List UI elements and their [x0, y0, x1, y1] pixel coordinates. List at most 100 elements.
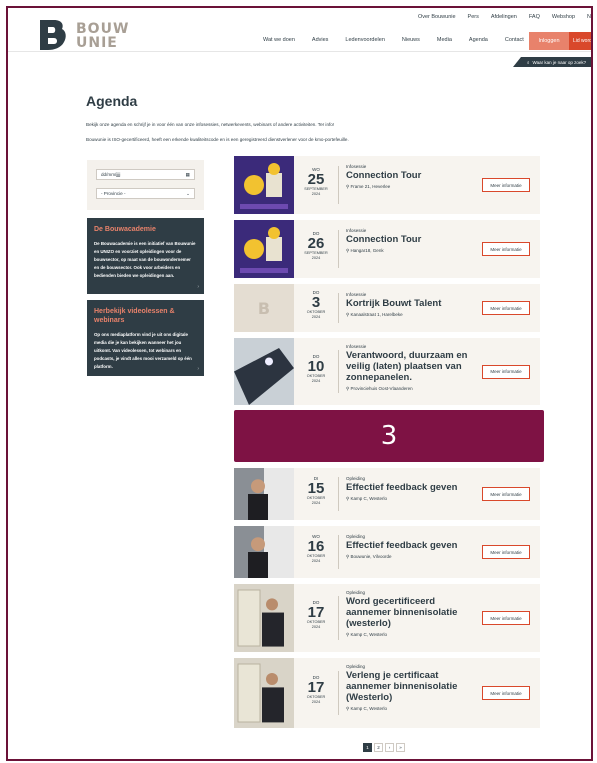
event-title[interactable]: Verleng je certificaat aannemer binnenis…: [346, 670, 476, 703]
event-category: Opleiding: [346, 534, 366, 539]
event-location-text: Kamp C, Westerlo: [350, 496, 387, 501]
more-info-button[interactable]: Meer informatie: [482, 686, 530, 700]
date-divider: [338, 535, 339, 569]
event-location-text: Bouwunie, Vilvoorde: [350, 554, 392, 559]
more-info-button[interactable]: Meer informatie: [482, 545, 530, 559]
event-thumbnail[interactable]: [234, 156, 294, 214]
event-year: 2024: [311, 559, 321, 563]
event-day: 15: [307, 480, 325, 497]
more-info-button[interactable]: Meer informatie: [482, 178, 530, 192]
event-thumbnail[interactable]: [234, 338, 294, 405]
event-thumbnail[interactable]: [234, 658, 294, 728]
topnav-language[interactable]: N: [587, 14, 591, 20]
more-info-button[interactable]: Meer informatie: [482, 487, 530, 501]
top-navigation: Over Bouwunie Pers Afdelingen FAQ Websho…: [406, 14, 591, 20]
event-category: Infosessie: [346, 164, 367, 169]
nav-agenda[interactable]: Agenda: [469, 37, 488, 43]
event-category: Opleiding: [346, 664, 366, 669]
bouwacademie-box[interactable]: De Bouwacademie De Bouwacademie is een i…: [87, 218, 204, 294]
event-title[interactable]: Connection Tour: [346, 234, 476, 245]
event-title[interactable]: Word gecertificeerd aannemer binnenisola…: [346, 596, 476, 629]
nav-contact[interactable]: Contact: [505, 37, 524, 43]
event-thumbnail[interactable]: [234, 468, 294, 520]
become-member-button[interactable]: Lid worden: [569, 32, 591, 50]
more-info-button[interactable]: Meer informatie: [482, 611, 530, 625]
date-divider: [338, 670, 339, 716]
intro-text-2: Bouwunie is ISO-gecertificeerd, heeft ee…: [86, 137, 349, 142]
search-ribbon[interactable]: ⌕ Waar kan je naar op zoek?: [513, 57, 591, 67]
event-thumbnail[interactable]: [234, 220, 294, 278]
nav-nieuws[interactable]: Nieuws: [402, 37, 420, 43]
event-thumbnail[interactable]: [234, 584, 294, 652]
event-day: 17: [307, 604, 325, 621]
event-card[interactable]: DO 17 OKTOBER 2024 Opleiding Verleng je …: [234, 658, 540, 728]
event-info: Infosessie Connection Tour ⚲ Hangar18, G…: [346, 228, 476, 254]
event-title[interactable]: Connection Tour: [346, 170, 476, 181]
more-info-button[interactable]: Meer informatie: [482, 242, 530, 256]
event-card[interactable]: DO 10 OKTOBER 2024 Infosessie Verantwoor…: [234, 338, 540, 405]
event-location-text: Kamp C, Westerlo: [350, 706, 387, 711]
videolessen-box[interactable]: Herbekijk videolessen & webinars Op ons …: [87, 300, 204, 376]
date-input[interactable]: dd/mm/jjjj ▦: [96, 169, 195, 180]
event-year: 2024: [311, 192, 321, 196]
event-location-text: Hangar18, Genk: [350, 248, 384, 253]
main-navigation: Wat we doen Advies Ledenvoordelen Nieuws…: [263, 37, 541, 43]
event-date: WO 25 SEPTEMBER 2024: [296, 167, 336, 197]
bouwunie-logo[interactable]: BOUW UNIE: [38, 18, 128, 58]
event-card[interactable]: WO 25 SEPTEMBER 2024 Infosessie Connecti…: [234, 156, 540, 214]
date-divider: [338, 292, 339, 324]
header-divider: [8, 51, 591, 52]
date-input-value: dd/mm/jjjj: [101, 172, 121, 177]
province-select[interactable]: - Provincie - ⌄: [96, 188, 195, 199]
event-card[interactable]: DI 15 OKTOBER 2024 Opleiding Effectief f…: [234, 468, 540, 520]
topnav-pers[interactable]: Pers: [468, 14, 479, 20]
event-thumbnail[interactable]: B: [234, 284, 294, 332]
event-location-text: Frame 21, Heverlee: [350, 184, 391, 189]
videolessen-text: Op ons mediaplatform vind je uit ons dig…: [94, 332, 192, 369]
event-info: Opleiding Word gecertificeerd aannemer b…: [346, 590, 476, 638]
event-title[interactable]: Kortrijk Bouwt Talent: [346, 298, 476, 309]
event-location: ⚲ Kanaalstraat 1, Harelbeke: [346, 312, 476, 318]
videolessen-title: Herbekijk videolessen & webinars: [94, 308, 175, 324]
event-day: 16: [307, 538, 325, 555]
event-card[interactable]: WO 16 OKTOBER 2024 Opleiding Effectief f…: [234, 526, 540, 578]
nav-ledenvoordelen[interactable]: Ledenvoordelen: [345, 37, 384, 43]
event-date: DO 10 OKTOBER 2024: [296, 354, 336, 384]
event-year: 2024: [311, 256, 321, 260]
logo-b-icon: [40, 20, 66, 50]
event-day: 10: [307, 357, 325, 375]
event-date: DO 3 OKTOBER 2024: [296, 290, 336, 320]
event-info: Opleiding Effectief feedback geven ⚲ Kam…: [346, 476, 476, 502]
topnav-afdelingen[interactable]: Afdelingen: [491, 14, 517, 20]
more-info-button[interactable]: Meer informatie: [482, 301, 530, 315]
event-thumbnail[interactable]: [234, 526, 294, 578]
event-location-text: Kanaalstraat 1, Harelbeke: [350, 312, 403, 317]
event-title[interactable]: Verantwoord, duurzaam en veilig (laten) …: [346, 350, 476, 383]
event-card[interactable]: DO 26 SEPTEMBER 2024 Infosessie Connecti…: [234, 220, 540, 278]
chevron-down-icon: ⌄: [186, 190, 190, 196]
event-date: WO 16 OKTOBER 2024: [296, 534, 336, 564]
event-date: DO 17 OKTOBER 2024: [296, 675, 336, 705]
last-page-button[interactable]: »: [396, 743, 405, 752]
topnav-webshop[interactable]: Webshop: [552, 14, 575, 20]
event-card[interactable]: DO 17 OKTOBER 2024 Opleiding Word gecert…: [234, 584, 540, 652]
more-info-button[interactable]: Meer informatie: [482, 364, 530, 379]
event-location: ⚲ Hangar18, Genk: [346, 248, 476, 254]
topnav-faq[interactable]: FAQ: [529, 14, 540, 20]
topnav-over-bouwunie[interactable]: Over Bouwunie: [418, 14, 456, 20]
login-button[interactable]: Inloggen: [529, 32, 569, 50]
page-2-button[interactable]: 2: [374, 743, 383, 752]
event-title[interactable]: Effectief feedback geven: [346, 482, 476, 493]
event-day: 25: [307, 171, 325, 188]
nav-advies[interactable]: Advies: [312, 37, 329, 43]
event-info: Infosessie Verantwoord, duurzaam en veil…: [346, 344, 476, 392]
nav-wat-we-doen[interactable]: Wat we doen: [263, 37, 295, 43]
page-1-button[interactable]: 1: [363, 743, 372, 752]
event-title[interactable]: Effectief feedback geven: [346, 540, 476, 551]
nav-media[interactable]: Media: [437, 37, 452, 43]
event-location: ⚲ Bouwunie, Vilvoorde: [346, 554, 476, 560]
event-category: Infosessie: [346, 292, 367, 297]
event-card[interactable]: B DO 3 OKTOBER 2024 Infosessie Kortrijk …: [234, 284, 540, 332]
overlay-number-banner: 3: [234, 410, 544, 462]
next-page-button[interactable]: ›: [385, 743, 394, 752]
